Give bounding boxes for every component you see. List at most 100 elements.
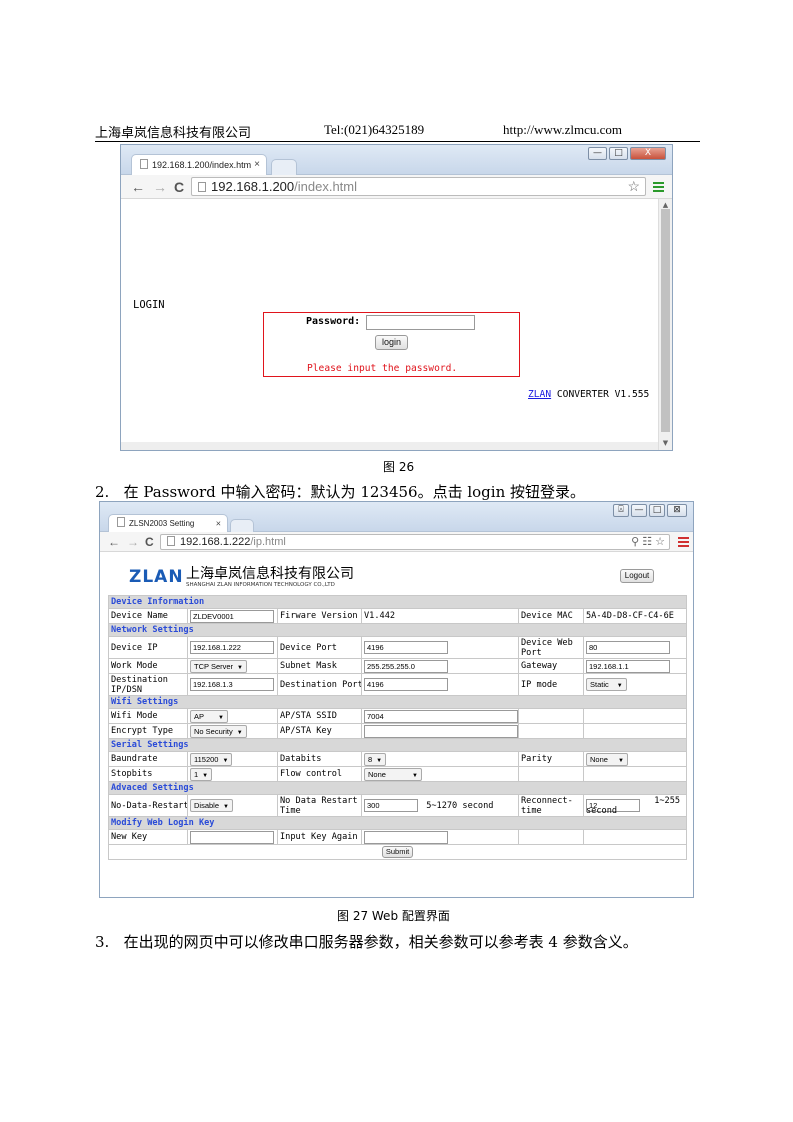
work-mode-select[interactable]: TCP Server ▼ <box>190 659 247 673</box>
wifi-mode-select[interactable]: AP ▼ <box>190 709 228 723</box>
close-window-button[interactable]: ⊠ <box>667 504 687 517</box>
device-name-input[interactable]: ZLDEV0001 <box>190 609 274 623</box>
work-mode-value: TCP Server <box>194 661 234 671</box>
address-bar[interactable]: 192.168.1.200/index.html ☆ <box>191 177 646 196</box>
device-mac-value: 5A-4D-D8-CF-C4-6E <box>582 608 688 624</box>
destination-port-input[interactable]: 4196 <box>364 678 448 691</box>
new-key-label: New Key <box>108 829 188 845</box>
section-wifi-settings: Wifi Settings <box>107 695 688 709</box>
flow-control-select[interactable]: None ▼ <box>364 767 422 781</box>
reload-icon[interactable]: C <box>174 179 184 195</box>
bookmark-star-icon[interactable]: ☆ <box>627 178 640 195</box>
forward-icon[interactable]: → <box>153 179 167 195</box>
new-tab-button[interactable] <box>271 159 297 175</box>
page-icon <box>117 517 125 527</box>
password-input[interactable] <box>366 315 475 330</box>
page-icon <box>198 182 206 192</box>
minimize-button[interactable]: — <box>588 147 607 160</box>
reconnect-time-label: Reconnect-time <box>518 794 584 817</box>
device-ip-label: Device IP <box>108 636 188 659</box>
device-port-input[interactable]: 4196 <box>364 641 448 654</box>
parity-label: Parity <box>518 751 584 767</box>
tab-strip: 192.168.1.200/index.htm × — □ X <box>121 145 672 175</box>
login-heading: LOGIN <box>133 299 165 311</box>
maximize-button[interactable]: □ <box>609 147 628 160</box>
chevron-down-icon: ▼ <box>236 729 243 736</box>
chevron-down-icon: ▼ <box>617 757 624 764</box>
device-web-port-label: Device Web Port <box>518 636 584 659</box>
page-header: 上海卓岚信息科技有限公司 Tel:(021)64325189 http://ww… <box>95 122 700 142</box>
scroll-down-icon[interactable]: ▼ <box>659 439 672 447</box>
stopbits-value: 1 <box>194 769 199 779</box>
ssid-input[interactable]: 7004 <box>364 709 518 723</box>
databits-select[interactable]: 8 ▼ <box>364 752 387 766</box>
maximize-button[interactable]: □ <box>649 504 665 517</box>
wifi-key-input[interactable] <box>364 724 518 738</box>
restart-time-input[interactable]: 300 <box>364 799 418 812</box>
destination-ip-label: Destination IP/DSN <box>108 673 188 696</box>
password-label: Password: <box>306 316 361 327</box>
baudrate-value: 115200 <box>194 754 219 764</box>
ip-mode-select[interactable]: Static ▼ <box>586 678 627 691</box>
vertical-scrollbar[interactable]: ▲ ▼ <box>658 199 672 450</box>
no-data-restart-select[interactable]: Disable ▼ <box>190 799 233 812</box>
page-icon <box>140 159 148 169</box>
destination-port-label: Destination Port <box>277 673 362 696</box>
nav-bar: ← → C 192.168.1.200/index.html ☆ <box>121 175 672 199</box>
figure-27-caption: 图 27 Web 配置界面 <box>337 909 450 923</box>
tab-title: ZLSN2003 Setting <box>129 519 195 528</box>
restart-time-range: 5~1270 second <box>426 801 494 811</box>
device-name-label: Device Name <box>108 608 188 624</box>
device-web-port-input[interactable]: 80 <box>586 641 670 654</box>
firmware-version-label: Firware Version <box>277 608 362 624</box>
zlan-link[interactable]: ZLAN <box>528 389 551 400</box>
tab-close-icon[interactable]: × <box>216 515 221 532</box>
menu-icon[interactable] <box>653 182 664 194</box>
submit-button[interactable]: Submit <box>382 846 414 858</box>
parity-select[interactable]: None ▼ <box>586 752 628 766</box>
back-icon[interactable]: ← <box>108 535 120 549</box>
menu-icon[interactable] <box>678 537 689 549</box>
key-again-input[interactable] <box>364 830 448 844</box>
minimize-button[interactable]: — <box>631 504 647 517</box>
chevron-down-icon: ▼ <box>222 757 229 764</box>
encrypt-type-select[interactable]: No Security ▼ <box>190 724 247 738</box>
baudrate-select[interactable]: 115200 ▼ <box>190 752 233 766</box>
step-2-text: 2. 在 Password 中输入密码：默认为 123456。点击 login … <box>95 483 586 501</box>
firmware-version-value: V1.442 <box>361 608 519 624</box>
figure-26-caption: 图 26 <box>383 460 415 474</box>
toolbar-icons[interactable]: ⚲ ☷ ☆ <box>631 535 665 549</box>
databits-value: 8 <box>368 754 373 764</box>
new-key-input[interactable] <box>190 830 274 844</box>
reload-icon[interactable]: C <box>145 535 154 549</box>
logout-button[interactable]: Logout <box>620 569 654 583</box>
login-button[interactable]: login <box>375 335 408 350</box>
tab-close-icon[interactable]: × <box>254 155 260 175</box>
databits-label: Databits <box>277 751 362 767</box>
scroll-thumb[interactable] <box>661 209 670 432</box>
scroll-up-icon[interactable]: ▲ <box>659 201 672 209</box>
address-bar[interactable]: 192.168.1.222/ip.html ⚲ ☷ ☆ <box>160 534 670 550</box>
header-company: 上海卓岚信息科技有限公司 <box>95 125 252 140</box>
forward-icon[interactable]: → <box>127 535 139 549</box>
destination-ip-input[interactable]: 192.168.1.3 <box>190 678 274 691</box>
stopbits-select[interactable]: 1 ▼ <box>190 767 213 781</box>
new-tab-button[interactable] <box>230 519 254 532</box>
window-controls: ⍓ — □ ⊠ <box>613 504 687 517</box>
page-icon <box>167 536 175 546</box>
browser-tab[interactable]: ZLSN2003 Setting × <box>108 514 228 532</box>
url-host: 192.168.1.200 <box>211 179 295 194</box>
browser-tab[interactable]: 192.168.1.200/index.htm × <box>131 154 267 175</box>
flow-control-label: Flow control <box>277 766 362 782</box>
tab-strip: ZLSN2003 Setting × ⍓ — □ ⊠ <box>100 502 693 532</box>
device-ip-input[interactable]: 192.168.1.222 <box>190 641 274 654</box>
horizontal-scrollbar[interactable] <box>121 442 658 450</box>
back-icon[interactable]: ← <box>131 179 145 195</box>
user-icon[interactable]: ⍓ <box>613 504 629 517</box>
password-prompt: Please input the password. <box>307 363 458 374</box>
gateway-input[interactable]: 192.168.1.1 <box>586 659 670 673</box>
section-login-key: Modify Web Login Key <box>107 816 688 830</box>
close-window-button[interactable]: X <box>630 147 666 160</box>
subnet-mask-input[interactable]: 255.255.255.0 <box>364 659 448 673</box>
subnet-mask-label: Subnet Mask <box>277 658 362 674</box>
